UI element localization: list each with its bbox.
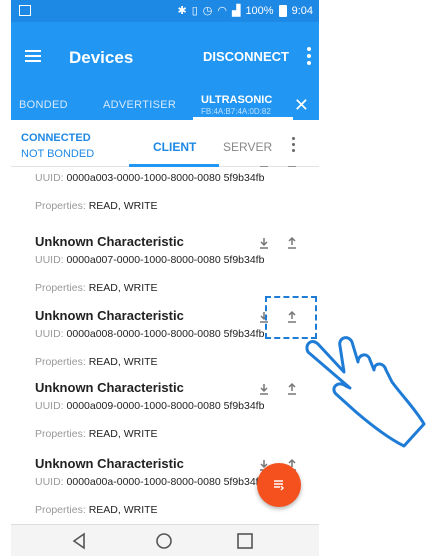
- upload-icon[interactable]: [285, 166, 299, 168]
- tab-server[interactable]: SERVER: [223, 140, 272, 154]
- properties-value: READ, WRITE: [88, 428, 158, 440]
- log-icon: [274, 480, 284, 491]
- phone-screen: ✱ ▯ ◷ ◠ ▟ 100% 9:04 Devices DISCONNECT B…: [11, 0, 319, 556]
- tab-advertiser[interactable]: ADVERTISER: [103, 99, 176, 111]
- upload-icon[interactable]: [285, 236, 299, 250]
- page-title: Devices: [69, 48, 134, 67]
- uuid-label: UUID:: [35, 476, 64, 488]
- uuid-value: 0000a007-0000-1000-8000-0080 5f9b34fb: [66, 254, 265, 266]
- app-bar: Devices DISCONNECT: [11, 22, 319, 92]
- uuid-value: 0000a008-0000-1000-8000-0080 5f9b34fb: [66, 328, 265, 340]
- uuid-label: UUID:: [35, 172, 64, 184]
- download-icon[interactable]: [257, 382, 271, 396]
- alarm-icon: ◷: [202, 5, 213, 17]
- uuid-label: UUID:: [35, 328, 64, 340]
- properties-value: READ, WRITE: [88, 356, 158, 368]
- connection-state: CONNECTED: [21, 132, 91, 144]
- uuid-value: 0000a003-0000-1000-8000-0080 5f9b34fb: [66, 172, 265, 184]
- device-tabs: BONDED ADVERTISER ULTRASONIC FB:4A:B7:4A…: [11, 92, 319, 120]
- uuid-label: UUID:: [35, 400, 64, 412]
- bluetooth-icon: ✱: [177, 5, 187, 17]
- properties-label: Properties:: [35, 282, 86, 294]
- characteristic-name: Unknown Characteristic: [35, 456, 184, 471]
- wifi-icon: ◠: [217, 5, 227, 17]
- uuid-value: 0000a00a-0000-1000-8000-0080 5f9b34fb: [66, 476, 265, 488]
- properties-value: READ, WRITE: [88, 282, 158, 294]
- disconnect-button[interactable]: DISCONNECT: [203, 49, 289, 64]
- close-icon[interactable]: ✕: [294, 96, 309, 114]
- tab-device-mac: FB:4A:B7:4A:0D:82: [201, 107, 271, 116]
- properties-label: Properties:: [35, 200, 86, 212]
- uuid-value: 0000a009-0000-1000-8000-0080 5f9b34fb: [66, 400, 265, 412]
- characteristic-name: Unknown Characteristic: [35, 308, 184, 323]
- home-icon[interactable]: [154, 531, 174, 551]
- clock: 9:04: [291, 5, 313, 17]
- signal-icon: ▟: [231, 5, 241, 17]
- system-nav-bar: [11, 524, 319, 556]
- tab-bonded[interactable]: BONDED: [19, 99, 68, 111]
- properties-label: Properties:: [35, 504, 86, 516]
- connection-bar: CONNECTED NOT BONDED CLIENT SERVER: [11, 120, 319, 167]
- properties-value: READ, WRITE: [88, 200, 158, 212]
- bond-state: NOT BONDED: [21, 148, 95, 160]
- properties-label: Properties:: [35, 428, 86, 440]
- menu-icon[interactable]: [25, 50, 41, 62]
- vibrate-icon: ▯: [191, 5, 198, 17]
- battery-percent: 100%: [245, 5, 274, 17]
- download-icon[interactable]: [257, 166, 271, 168]
- download-icon[interactable]: [257, 236, 271, 250]
- characteristic-name: Unknown Characteristic: [35, 380, 184, 395]
- tab-device-name: ULTRASONIC: [201, 94, 273, 106]
- overflow-menu-icon[interactable]: [292, 137, 295, 155]
- back-icon[interactable]: [69, 531, 89, 551]
- log-fab-button[interactable]: [257, 463, 301, 507]
- status-bar: ✱ ▯ ◷ ◠ ▟ 100% 9:04: [11, 0, 319, 22]
- battery-icon: [278, 5, 287, 17]
- upload-icon[interactable]: [285, 382, 299, 396]
- overflow-menu-icon[interactable]: [307, 47, 311, 68]
- gallery-notification-icon: [19, 5, 31, 16]
- properties-value: READ, WRITE: [88, 504, 158, 516]
- properties-label: Properties:: [35, 356, 86, 368]
- uuid-label: UUID:: [35, 254, 64, 266]
- pointing-hand-icon: [305, 336, 426, 448]
- tab-ultrasonic[interactable]: ULTRASONIC FB:4A:B7:4A:0D:82: [193, 92, 293, 120]
- tab-client[interactable]: CLIENT: [153, 140, 196, 154]
- characteristic-name: Unknown Characteristic: [35, 234, 184, 249]
- recents-icon[interactable]: [235, 531, 255, 551]
